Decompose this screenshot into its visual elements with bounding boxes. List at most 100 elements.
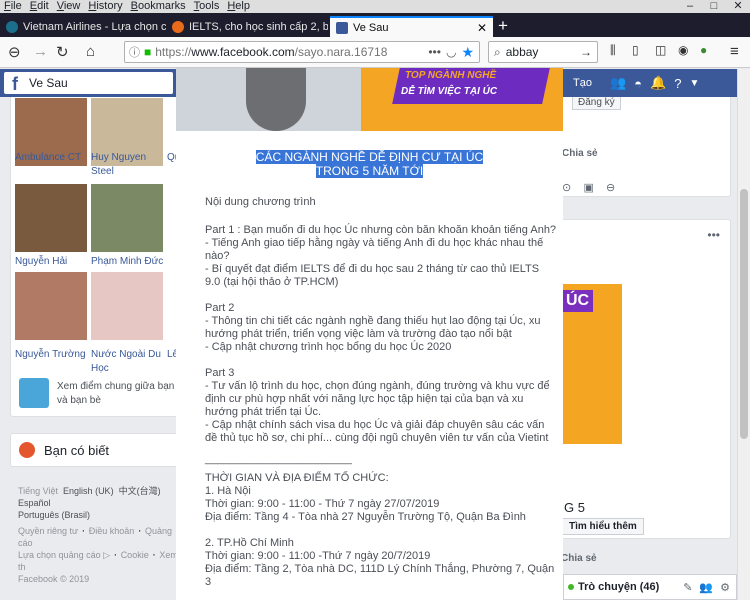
friend-name[interactable]: Ambulance CT [15,151,93,165]
menu-file[interactable]: File [0,0,26,13]
url-bar[interactable]: ⓘ ■ https:// www.facebook.com /sayo.nara… [124,41,480,63]
search-go-icon[interactable]: → [580,45,592,59]
url-protocol: https:// [155,45,192,59]
post-text: hướng phát triển tại Úc. [205,406,322,418]
reload-icon[interactable]: ↻ [56,43,69,61]
page-scrollbar[interactable] [737,69,750,600]
friend-photo[interactable] [15,184,87,252]
minimize-button[interactable]: – [678,0,702,13]
maximize-button[interactable]: □ [702,0,726,13]
chat-settings-icon[interactable]: ⚙ [720,581,730,594]
mutual-text[interactable]: Xem điểm chung giữa bạn và bạn bè [57,380,176,408]
library-icon[interactable]: ⫼ [610,43,616,58]
facebook-search-input[interactable]: Ve Sau [23,72,173,94]
pocket-icon[interactable]: ◡ [446,45,456,59]
book-title: G 5 [564,500,585,515]
menu-view[interactable]: View [53,0,85,13]
register-button[interactable]: Đăng ký [572,97,621,110]
banner-line2: DỄ TÌM VIỆC TẠI ÚC [401,86,498,97]
account-menu-icon[interactable]: ▼ [689,78,699,89]
extension-2-icon[interactable]: ● [700,43,707,57]
tab-ve-sau[interactable]: Ve Sau ✕ [330,16,493,37]
sidebar-icon[interactable]: ▯ [632,43,639,57]
more-options-icon[interactable]: ••• [707,228,720,242]
banner-photo[interactable] [176,68,361,131]
tab-title: Vietnam Airlines - Lựa chọn ch [23,20,166,33]
page-actions-icon[interactable]: ••• [428,45,441,59]
screenshot-icon[interactable]: ◫ [655,43,666,57]
footer-link[interactable]: Quyền riêng tư [18,526,78,536]
post-text: - Cập nhật chính sách visa du học Úc và … [205,419,545,431]
language-item[interactable]: Tiếng Việt [18,486,58,496]
language-item[interactable]: English (UK) [63,486,114,496]
post-text: định cư phù hợp nhất với năng lực học tậ… [205,393,524,405]
tab-title: Ve Sau [353,21,389,34]
did-you-know-card[interactable]: Bạn có biết [10,433,176,467]
messenger-icon[interactable]: ◓ [634,76,642,91]
scrollbar-thumb[interactable] [740,189,748,439]
did-you-know-label: Bạn có biết [44,443,110,458]
friend-photo[interactable] [15,272,87,340]
menu-history[interactable]: History [84,0,126,13]
info-icon[interactable]: ⓘ [129,44,140,60]
post-divider: ________________________ [205,453,352,465]
friend-name[interactable]: Qu [167,151,176,165]
language-item[interactable]: Português (Brasil) [18,510,90,520]
back-icon[interactable]: ⊖ [8,43,21,61]
post-text: Part 2 [205,302,235,314]
friends-card: Ambulance CT Huy Nguyen Steel Qu Nguyễn … [10,97,176,417]
chat-bar[interactable]: Trò chuyện (46) ✎ 👥 ⚙ [563,574,737,600]
post-title-line2: TRONG 5 NĂM TỚI [315,164,424,178]
footer-link[interactable]: Lựa chọn quảng cáo ▷ [18,550,110,560]
menu-tools[interactable]: Tools [190,0,224,13]
home-icon[interactable]: ⌂ [86,43,95,60]
friend-photo[interactable] [91,272,163,340]
create-link[interactable]: Tạo [573,77,592,89]
language-item[interactable]: Español [18,498,51,508]
extension-icon[interactable]: ◉ [678,43,688,57]
friend-name[interactable]: Nước Ngoài Du Học [91,348,169,376]
close-window-button[interactable]: ✕ [726,0,750,13]
banner-graphic[interactable]: TOP NGÀNH NGHỀ DỄ TÌM VIỆC TẠI ÚC [361,68,563,131]
bookmark-star-icon[interactable]: ★ [461,44,474,61]
share-link[interactable]: Chia sẻ [563,553,597,564]
left-column: Ambulance CT Huy Nguyen Steel Qu Nguyễn … [0,97,176,600]
menu-edit[interactable]: Edit [26,0,53,13]
post-text: - Tư vấn lộ trình du học, chọn đúng ngàn… [205,380,550,392]
url-path: /sayo.nara.16718 [294,45,388,59]
ad-image[interactable]: ÚC [563,284,622,444]
online-dot-icon [568,584,574,590]
help-icon[interactable]: ? [674,76,681,91]
tab-vietnam-airlines[interactable]: Vietnam Airlines - Lựa chọn ch [0,16,166,37]
menu-help[interactable]: Help [223,0,254,13]
friend-name[interactable]: Lê [167,348,176,362]
close-tab-icon[interactable]: ✕ [477,21,487,35]
hamburger-menu-icon[interactable]: ≡ [730,43,739,60]
post-title: CÁC NGÀNH NGHỀ DỄ ĐỊNH CƯ TẠI ÚC TRONG 5… [176,150,563,178]
friend-photo[interactable] [91,184,163,252]
reaction-icons[interactable]: ⊙ ▣ ⊖ [563,181,615,194]
post-text: - Tiếng Anh giao tiếp hằng ngày và tiếng… [205,237,544,249]
friend-name[interactable]: Phạm Minh Đức [91,255,169,269]
friend-name[interactable]: Huy Nguyen Steel [91,151,169,179]
ielts-favicon-icon [172,20,184,33]
chat-group-icon[interactable]: 👥 [699,581,713,594]
learn-more-button[interactable]: Tìm hiểu thêm [563,518,644,535]
forward-icon[interactable]: → [33,43,48,60]
search-bar[interactable]: ⌕ abbay → [488,41,598,63]
banner-person [246,68,306,131]
menu-bookmarks[interactable]: Bookmarks [127,0,190,13]
friend-name[interactable]: Nguyễn Trường [15,348,93,362]
chat-compose-icon[interactable]: ✎ [683,581,692,594]
friend-requests-icon[interactable]: 👥 [610,75,626,91]
new-tab-icon[interactable]: + [498,16,508,36]
language-list: Tiếng Việt English (UK) 中文(台灣) Español P… [18,485,176,521]
share-link[interactable]: Chia sẻ [563,148,598,159]
search-icon: ⌕ [494,44,501,59]
language-item[interactable]: 中文(台灣) [119,486,161,496]
notifications-icon[interactable]: 🔔 [650,75,666,91]
footer-link[interactable]: Cookie [121,550,149,560]
tab-ielts[interactable]: IELTS, cho học sinh cấp 2, bất c [166,16,328,37]
friend-name[interactable]: Nguyễn Hải [15,255,93,269]
footer-link[interactable]: Điều khoản [89,526,135,536]
